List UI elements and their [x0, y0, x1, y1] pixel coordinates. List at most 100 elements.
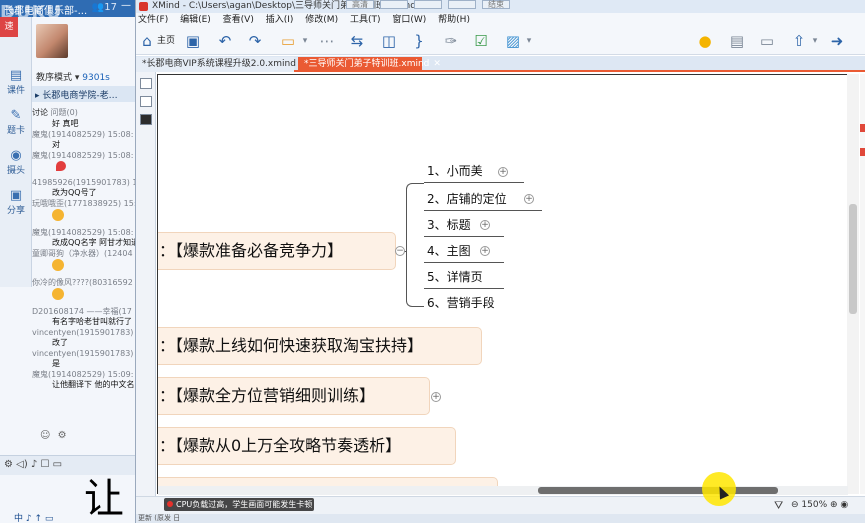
cpu-warning-notification: CPU负载过高，学生画面可能发生卡顿 — [164, 498, 314, 511]
chat-window: 长郡电商俱乐部-... 👥17 — DUKU 速 ▤ 课件 ✎ 题卡 ◉ 摄头 … — [0, 0, 136, 523]
chevron-down-icon[interactable]: ▾ — [524, 31, 534, 51]
list-item: 玩哦哦歪(1771838925) 15: — [32, 199, 135, 227]
chevron-down-icon[interactable]: ▾ — [810, 31, 820, 51]
sidebar-share[interactable]: ▣ 分享 — [0, 188, 32, 217]
menu-help[interactable]: 帮助(H) — [438, 15, 470, 25]
chat-input-toolbar[interactable]: ☺ ⚙ — [32, 430, 135, 448]
window-button-2[interactable] — [380, 0, 408, 9]
edge-marker — [860, 124, 865, 132]
subtopic-node[interactable]: 4、主图 — [424, 239, 504, 263]
filter-icon[interactable]: ⛛ — [774, 499, 783, 513]
expand-icon[interactable]: + — [480, 246, 490, 256]
horizontal-scrollbar[interactable] — [158, 486, 848, 495]
presentation-icon[interactable]: ▤ — [728, 31, 746, 51]
save-icon[interactable]: ▣ — [184, 31, 202, 51]
subtopic-node[interactable]: 6、营销手段 — [424, 291, 516, 315]
menu-modify[interactable]: 修改(M) — [305, 15, 338, 25]
outline-icon[interactable]: ▭ — [758, 31, 776, 51]
mode-indicator: 教序模式 ▾ 9301s — [36, 73, 110, 83]
undo-icon[interactable]: ↶ — [216, 31, 234, 51]
sidebar-pen[interactable]: ✎ 题卡 — [0, 108, 32, 137]
summary-icon[interactable]: } — [410, 31, 428, 51]
scroll-thumb[interactable] — [849, 204, 857, 314]
panel-icon[interactable] — [140, 114, 152, 125]
list-item: 魔鬼(1914082529) 15:08: 改成QQ名字 阿甘才知道 — [32, 228, 136, 247]
settings-icon[interactable]: ⚙ — [58, 430, 67, 441]
left-panel-strip — [136, 72, 156, 523]
brainstorm-icon[interactable]: ● — [696, 31, 714, 51]
collapse-icon[interactable]: − — [395, 246, 405, 256]
home-label[interactable]: 主页 — [156, 31, 176, 51]
xmind-window: XMind - C:\Users\agan\Desktop\三导师关门弟子特训班… — [136, 0, 865, 523]
mindmap-canvas[interactable]: ：【爆款准备必备竞争力】 − 1、小而美 + 2、店铺的定位 + 3、标题 + … — [157, 74, 847, 494]
subtopic-icon[interactable]: ⋯ — [318, 31, 336, 51]
side-red-button[interactable]: 速 — [0, 17, 18, 37]
subtopic-node[interactable]: 3、标题 — [424, 213, 504, 237]
discuss-header: 讨论 问题(0) — [32, 108, 78, 117]
topic-node[interactable]: ：【爆款上线如何快速获取淘宝扶持】 — [158, 327, 482, 365]
right-edge — [860, 74, 865, 494]
share-icon[interactable]: ➜ — [828, 31, 846, 51]
xmind-logo-icon — [139, 2, 148, 11]
boundary-icon[interactable]: ◫ — [380, 31, 398, 51]
member-count: 👥17 — [91, 2, 117, 13]
upload-icon[interactable]: ⇧ — [790, 31, 808, 51]
topic-node[interactable]: ：【爆款准备必备竞争力】 — [158, 232, 396, 270]
topic-icon[interactable]: ▭ — [278, 31, 298, 51]
minimize-button[interactable]: — — [121, 0, 131, 11]
pen-icon: ✎ — [10, 108, 22, 123]
tray-icons[interactable]: 中 ♪ ↑ ▭ — [0, 511, 135, 523]
courseware-icon: ▤ — [9, 68, 23, 83]
menu-view[interactable]: 查看(V) — [223, 15, 254, 25]
marker-icon[interactable]: ✑ — [442, 31, 460, 51]
bottom-strip: 更新 (原发 日 — [136, 514, 865, 523]
edge-marker — [860, 148, 865, 156]
list-item: D201608174 ——幸福(17 有名字哈老甘叫就行了 — [32, 307, 132, 326]
hd-button[interactable]: 高清 — [346, 0, 374, 9]
emoji-picker-icon[interactable]: ☺ — [40, 430, 50, 441]
expand-icon[interactable]: + — [524, 194, 534, 204]
redo-icon[interactable]: ↷ — [246, 31, 264, 51]
menu-tools[interactable]: 工具(T) — [350, 15, 381, 25]
expand-icon[interactable]: + — [431, 392, 441, 402]
class-name-bar[interactable]: ▸ 长郡电商学院-老… — [32, 86, 135, 102]
expand-icon[interactable]: + — [480, 220, 490, 230]
scroll-thumb[interactable] — [538, 487, 778, 494]
flower-icon — [56, 161, 66, 171]
chat-bottom-toolbar[interactable]: ⚙ ◁) ♪ ☐ ▭ — [0, 455, 135, 475]
share-icon: ▣ — [9, 188, 23, 203]
image-icon[interactable]: ▨ — [504, 31, 522, 51]
menu-insert[interactable]: 插入(I) — [266, 15, 294, 25]
menu-file[interactable]: 文件(F) — [138, 15, 168, 25]
list-item: 魔鬼(1914082529) 15:08: 对 — [32, 130, 134, 149]
zoom-level[interactable]: ⊖ 150% ⊕ ◉ — [791, 500, 848, 510]
panel-icon[interactable] — [140, 96, 152, 107]
list-item: 童卿哥狗（净水器）(12404 — [32, 249, 135, 277]
relationship-icon[interactable]: ⇆ — [348, 31, 366, 51]
avatar[interactable] — [36, 24, 68, 58]
list-item: 魔鬼(1914082529) 15:08: — [32, 151, 135, 177]
sidebar-courseware[interactable]: ▤ 课件 — [0, 68, 32, 97]
screen: 长郡电商俱乐部-... 👥17 — DUKU 速 ▤ 课件 ✎ 题卡 ◉ 摄头 … — [0, 0, 865, 523]
topic-node[interactable]: ：【爆款全方位营销细则训练】 — [158, 377, 430, 415]
tab-course-upgrade[interactable]: *长郡电商VIP系统课程升级2.0.xmind — [136, 57, 296, 72]
vertical-scrollbar[interactable] — [847, 74, 859, 494]
home-icon[interactable]: ⌂ — [140, 31, 154, 51]
window-button-3[interactable] — [414, 0, 442, 9]
panel-icon[interactable] — [140, 78, 152, 89]
subtopic-node[interactable]: 1、小而美 — [424, 159, 524, 183]
window-button-4[interactable] — [448, 0, 476, 9]
sidebar-camera[interactable]: ◉ 摄头 — [0, 149, 32, 177]
topic-node[interactable]: ：【爆款从0上万全攻略节奏透析】 — [158, 427, 456, 465]
list-item: vincentyen(1915901783) 改了 — [32, 328, 134, 347]
bottom-tools-icons[interactable]: ⚙ ◁) ♪ ☐ ▭ — [4, 459, 62, 470]
chevron-down-icon[interactable]: ▾ — [300, 31, 310, 51]
tab-special-training[interactable]: *三导师关门弟子特训班.xmind ✕ — [298, 57, 441, 72]
menu-edit[interactable]: 编辑(E) — [180, 15, 211, 25]
close-icon[interactable]: ✕ — [433, 59, 441, 69]
menu-window[interactable]: 窗口(W) — [392, 15, 426, 25]
subtopic-node[interactable]: 5、详情页 — [424, 265, 504, 289]
notes-icon[interactable]: ☑ — [472, 31, 490, 51]
end-button[interactable]: 结束 — [482, 0, 510, 9]
expand-icon[interactable]: + — [498, 167, 508, 177]
